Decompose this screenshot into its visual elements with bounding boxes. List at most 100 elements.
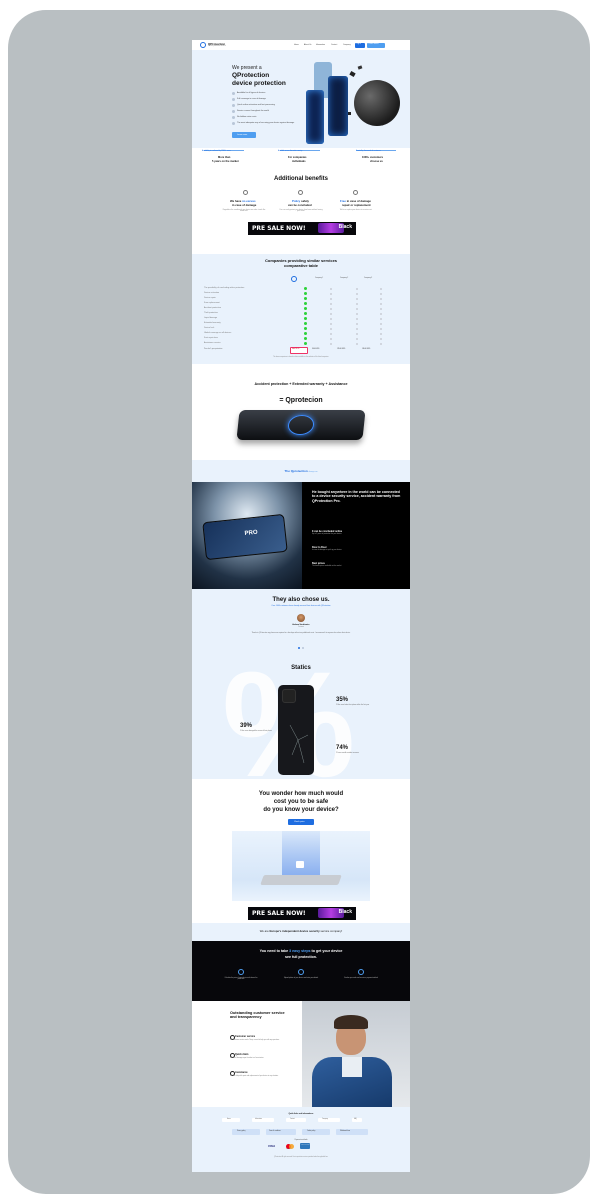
hero-learn-more-button[interactable]: Learn more	[232, 132, 256, 138]
pre-sale-text: PRE SALE NOW!	[252, 910, 306, 917]
stat-35: 35%	[336, 697, 349, 703]
service-title: Outstanding customer service and transpa…	[230, 1011, 285, 1020]
stat-39: 39%	[240, 723, 253, 729]
amex-logo: AMERICAN EXPRESS	[300, 1143, 310, 1149]
black-friday-badge: Black	[338, 909, 352, 915]
stat-74-text: Of users would consider insurance	[336, 753, 360, 754]
pro-item-heading: Best prices	[312, 562, 325, 565]
wonder-title-3: do you know your device?	[263, 807, 339, 813]
login-button[interactable]: Log in	[355, 42, 365, 48]
footer-link-information[interactable]: Information	[252, 1118, 274, 1122]
steps-title: You need to take 3 easy steps to get you…	[259, 949, 343, 953]
footer-doc-privacy[interactable]: Privacy policy	[232, 1129, 260, 1135]
pro-bar: The Qprotection always on	[192, 460, 410, 482]
logo-icon[interactable]	[200, 42, 206, 48]
lock-icon	[296, 861, 304, 868]
step-text: Finalize your order and receive a paymen…	[344, 978, 378, 979]
footer-link-home[interactable]: Home	[222, 1118, 240, 1122]
service-section: Outstanding customer service and transpa…	[192, 1001, 410, 1107]
service-item-heading: Quick claim	[235, 1053, 249, 1056]
benefits-section: Additional benefits We have no excess in…	[192, 170, 410, 236]
step-text: Calculate the price of your device and c…	[224, 978, 258, 980]
europe-section: We are Europe's independent device secur…	[192, 923, 410, 941]
stat-main: 1000+ customers	[362, 156, 384, 159]
pro-section: PRO He bought anywhere in the world can …	[192, 482, 410, 589]
stat-caption: Trusted by thousands of customers	[356, 151, 381, 152]
qprotection-logo-icon	[291, 276, 297, 282]
footer-link-company[interactable]: Company	[318, 1118, 340, 1122]
benefit-text: Regardless the condition of your device …	[222, 210, 266, 212]
phone-protected-image	[236, 410, 366, 440]
footer-link-faq[interactable]: FAQ	[352, 1118, 362, 1122]
nav-link-company[interactable]: Company	[343, 44, 351, 46]
steps-section: You need to take 3 easy steps to get you…	[192, 941, 410, 1001]
protect-device-button[interactable]: Protect device	[367, 42, 385, 48]
footer-legal: QProtection. All rights reserved. Device…	[274, 1157, 328, 1158]
footer-doc-terms[interactable]: Terms & conditions	[266, 1129, 296, 1135]
top-nav: QProtection Device protection service Ho…	[192, 40, 410, 50]
nav-link-home[interactable]: Home	[294, 44, 299, 46]
benefits-title: Additional benefits	[274, 176, 328, 182]
stat-sub: 5 years on the market	[212, 160, 239, 163]
landing-page[interactable]: QProtection Device protection service Ho…	[192, 40, 410, 1172]
pro-image-text: PRO	[244, 529, 258, 537]
hero-feature: No hidden extra costs	[237, 116, 257, 118]
europe-statement: We are Europe's independent device secur…	[259, 929, 343, 933]
nav-link-about[interactable]: About Us	[304, 44, 311, 46]
table-row: Device repair	[204, 297, 398, 301]
nav-link-information[interactable]: Information	[316, 44, 325, 46]
broken-sphere-image	[348, 65, 400, 134]
stat-caption: Availability is confirmed by 12000+ user…	[202, 151, 231, 152]
service-item-text: Our customer service works 7 days a week…	[230, 1040, 280, 1041]
footer-doc-cookie[interactable]: Cookie policy	[302, 1129, 330, 1135]
lock-phone-image	[232, 831, 370, 901]
service-item-text: We offer help with repair and replacemen…	[230, 1076, 279, 1077]
cracked-phone-image	[278, 685, 314, 775]
hero-feature: Service covers throughout the world	[237, 110, 269, 112]
table-row: Free replacement	[204, 302, 398, 306]
pre-sale-banner-2[interactable]: PRE SALE NOW! Black	[248, 907, 356, 920]
avatar	[297, 614, 305, 622]
comparison-note: The above comparison is based on data av…	[273, 357, 329, 358]
wonder-title-1: You wonder how much would	[258, 791, 344, 797]
no-excess-icon	[243, 190, 248, 195]
check-icon	[232, 116, 235, 119]
comparison-section: Companies providing similar services com…	[192, 254, 410, 364]
stat-35-text: Of the users broke their phone within th…	[336, 705, 370, 706]
policy-icon	[298, 190, 303, 195]
footer-link-contact[interactable]: Contact	[286, 1118, 306, 1122]
hero-feature: Quick online activation and fast process…	[237, 104, 275, 106]
benefit-heading-line2: repair or replacement	[342, 203, 371, 207]
black-friday-badge: Black	[338, 224, 352, 230]
testimonial-quote: Thanks to QProtection my phone was repai…	[251, 633, 351, 634]
table-row: Global coverage on all devices	[204, 332, 398, 336]
benefit-text: We fix or replace your device at no extr…	[339, 210, 373, 211]
testimonials-subtitle: Over 1000 customers have already secured…	[271, 605, 331, 607]
nav-link-contact[interactable]: Contact	[331, 44, 337, 46]
benefit-text: You can easily protect your device from …	[279, 210, 323, 212]
table-row: Device activation	[204, 292, 398, 296]
testimonial-role: Customer	[297, 627, 305, 628]
statics-title: Statics	[291, 665, 311, 671]
check-icon	[232, 110, 235, 113]
footer: Quick links and informations Home Inform…	[192, 1107, 410, 1172]
check-price-button[interactable]: Check price	[288, 819, 314, 825]
stat-74: 74%	[336, 745, 349, 751]
benefit-heading-line2: in case of damage	[232, 203, 257, 207]
wonder-title-2: cost you to be safe	[273, 799, 329, 805]
pre-sale-banner[interactable]: PRE SALE NOW! Black	[248, 222, 356, 235]
pro-item-text: The lowest prices available on the marke…	[312, 566, 342, 567]
brand-tagline: Device protection service	[208, 45, 226, 47]
price-row-label: Price for 1 year protection	[204, 349, 223, 350]
table-row: Extended warranty	[204, 322, 398, 326]
clouds-pro-phone-image: PRO	[192, 482, 302, 589]
step-text: Upload photos of your device and enter y…	[283, 978, 319, 979]
hero-feature: Full coverage in case of damage	[237, 98, 266, 100]
qprotection-price: from 99.00	[292, 349, 300, 351]
testimonial-name: Andrew Sienkiewicz	[292, 624, 310, 626]
stat-main: For companies	[288, 156, 307, 159]
column-company-2: Company 2	[340, 278, 349, 279]
pre-sale-text: PRE SALE NOW!	[252, 225, 306, 232]
stat-caption: Available across the entire country	[278, 151, 303, 152]
footer-doc-withdrawal[interactable]: Withdrawal form	[336, 1129, 368, 1135]
